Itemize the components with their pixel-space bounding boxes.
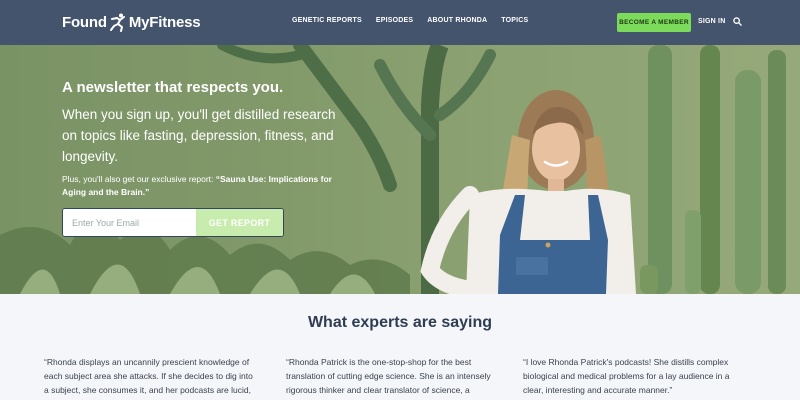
hero-report-text: Plus, you'll also get our exclusive repo… [62,173,337,199]
nav-episodes[interactable]: EPISODES [376,17,413,24]
newsletter-form: GET REPORT [62,208,284,237]
site-logo[interactable]: Found MyFitness [62,12,201,32]
hero-section: A newsletter that respects you. When you… [0,45,800,294]
experts-heading: What experts are saying [307,314,493,331]
hero-headline: A newsletter that respects you. [62,79,284,96]
runner-icon [109,13,125,32]
get-report-button[interactable]: GET REPORT [196,209,283,236]
logo-text-myfitness: MyFitness [128,13,201,31]
search-icon[interactable] [733,17,742,26]
expert-quote: “Rhonda displays an uncannily prescient … [44,357,253,395]
nav-about-rhonda[interactable]: ABOUT RHONDA [427,17,487,24]
logo-text-found: Found [62,13,107,31]
main-nav: GENETIC REPORTS EPISODES ABOUT RHONDA TO… [292,17,528,24]
expert-quote: “Rhonda Patrick is the one-stop-shop for… [286,357,491,395]
sign-in-link[interactable]: SIGN IN [698,18,725,25]
hero-report-prefix: Plus, you'll also get our exclusive repo… [62,174,216,184]
hero-lead-text: When you sign up, you'll get distilled r… [62,107,336,164]
expert-quote: “I love Rhonda Patrick's podcasts! She d… [523,357,730,395]
top-navbar: Found MyFitness GENETIC REPORTS EPISODES… [0,0,800,45]
become-member-button[interactable]: BECOME A MEMBER [617,13,691,32]
nav-genetic-reports[interactable]: GENETIC REPORTS [292,17,362,24]
nav-topics[interactable]: TOPICS [501,17,528,24]
email-input[interactable] [63,209,196,236]
